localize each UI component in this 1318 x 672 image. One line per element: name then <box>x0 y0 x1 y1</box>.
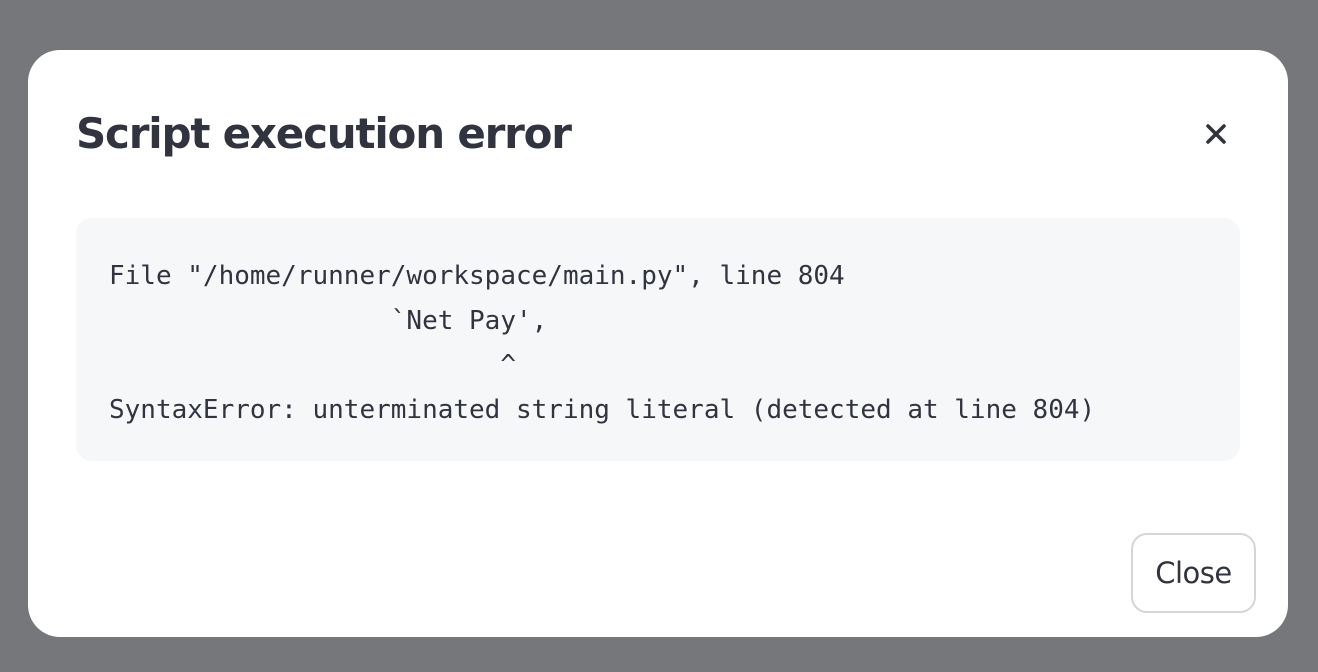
close-button[interactable]: Close <box>1131 533 1256 613</box>
traceback-line: `Net Pay', <box>109 305 548 336</box>
error-dialog: Script execution error File "/home/runne… <box>28 50 1288 637</box>
traceback-line: SyntaxError: unterminated string literal… <box>109 394 1096 425</box>
close-icon-button[interactable] <box>1198 116 1234 152</box>
traceback-line: File "/home/runner/workspace/main.py", l… <box>109 261 845 291</box>
error-traceback: File "/home/runner/workspace/main.py", l… <box>76 218 1240 461</box>
traceback-text: File "/home/runner/workspace/main.py", l… <box>109 254 1208 432</box>
dialog-title: Script execution error <box>76 109 572 158</box>
close-icon <box>1206 124 1226 144</box>
traceback-line: ^ <box>109 350 516 381</box>
